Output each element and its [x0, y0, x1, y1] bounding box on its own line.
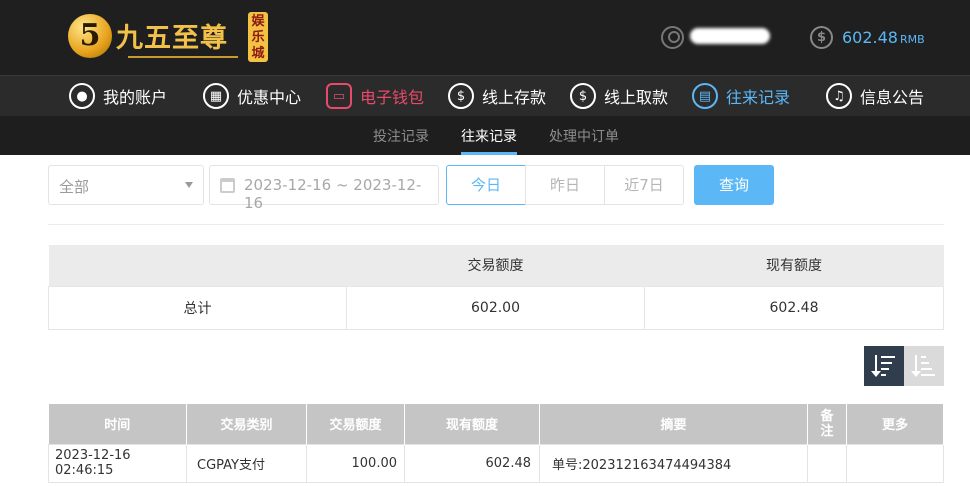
summary-header-row: 交易额度 现有额度	[48, 245, 944, 286]
site-logo[interactable]: 5 九五至尊 娱乐城	[68, 12, 273, 66]
summary-header-cell: 现有额度	[644, 245, 944, 286]
gift-icon: ▦	[203, 83, 229, 109]
col-time[interactable]: 时间	[48, 404, 187, 444]
col-summary[interactable]: 摘要	[539, 404, 808, 444]
summary-balance: 602.48	[644, 285, 944, 330]
balance-value: 602.48	[842, 28, 898, 47]
active-tab-indicator	[461, 152, 517, 155]
cell-summary: 单号:202312163474494384	[539, 443, 808, 483]
top-header: 5 九五至尊 娱乐城 $ 602.48 RMB	[0, 0, 970, 75]
user-icon[interactable]	[661, 26, 684, 49]
calendar-icon	[220, 178, 235, 193]
summary-table: 交易额度 现有额度 总计 602.00 602.48	[48, 245, 944, 330]
col-more[interactable]: 更多	[846, 404, 944, 444]
coin-icon: $	[810, 26, 833, 49]
type-select[interactable]: 全部	[48, 165, 204, 205]
summary-row: 总计 602.00 602.48	[48, 285, 944, 330]
nav-transaction-records[interactable]: ▤ 往来记录	[692, 81, 790, 111]
table-header-row: 时间 交易类别 交易额度 现有额度 摘要 备注 更多	[48, 404, 944, 444]
chevron-down-icon	[185, 182, 193, 188]
sort-desc-icon	[871, 355, 881, 377]
withdraw-icon: $	[570, 83, 596, 109]
summary-header-cell	[48, 245, 347, 286]
divider	[48, 224, 944, 225]
today-button[interactable]: 今日	[446, 165, 526, 205]
summary-label: 总计	[48, 285, 347, 330]
logo-text: 九五至尊	[116, 23, 228, 54]
cell-note	[807, 443, 847, 483]
col-amount[interactable]: 交易额度	[306, 404, 405, 444]
nav-withdraw[interactable]: $ 线上取款	[570, 81, 668, 111]
wallet-icon: ▭	[326, 83, 352, 109]
col-note[interactable]: 备注	[807, 404, 847, 444]
yesterday-button[interactable]: 昨日	[525, 165, 605, 205]
logo-mark: 5	[68, 14, 112, 58]
summary-amount: 602.00	[346, 285, 645, 330]
nav-promotions[interactable]: ▦ 优惠中心	[203, 81, 301, 111]
main-nav: ● 我的账户 ▦ 优惠中心 ▭ 电子钱包 $ 线上存款 $ 线上取款 ▤ 往来记…	[0, 75, 970, 116]
query-button[interactable]: 查询	[694, 165, 774, 205]
cell-type: CGPAY支付	[186, 443, 307, 483]
nav-announcements[interactable]: ♫ 信息公告	[826, 81, 924, 111]
sort-descending-button[interactable]	[864, 346, 904, 386]
nav-deposit[interactable]: $ 线上存款	[448, 81, 546, 111]
sub-nav: 投注记录 往来记录 处理中订单	[0, 116, 970, 155]
col-balance[interactable]: 现有额度	[404, 404, 540, 444]
balance-display: 602.48 RMB	[842, 28, 925, 47]
logo-underline	[128, 56, 238, 58]
cell-more[interactable]	[846, 443, 944, 483]
tab-bet-records[interactable]: 投注记录	[373, 126, 429, 146]
col-type[interactable]: 交易类别	[186, 404, 307, 444]
nav-my-account[interactable]: ● 我的账户	[69, 81, 167, 111]
balance-unit: RMB	[899, 33, 925, 46]
sort-asc-icon	[911, 355, 921, 377]
username-redacted	[690, 28, 770, 44]
summary-header-cell: 交易额度	[346, 245, 645, 286]
logo-badge: 娱乐城	[248, 12, 268, 62]
nav-e-wallet[interactable]: ▭ 电子钱包	[326, 81, 424, 111]
tab-pending-orders[interactable]: 处理中订单	[549, 126, 619, 146]
user-icon: ●	[69, 83, 95, 109]
table-row: 2023-12-16 02:46:15 CGPAY支付 100.00 602.4…	[48, 443, 944, 483]
transactions-table: 时间 交易类别 交易额度 现有额度 摘要 备注 更多 2023-12-16 02…	[48, 404, 944, 483]
deposit-icon: $	[448, 83, 474, 109]
date-range-input[interactable]: 2023-12-16 ~ 2023-12-16	[209, 165, 439, 212]
bell-icon: ♫	[826, 83, 852, 109]
cell-time: 2023-12-16 02:46:15	[48, 443, 187, 483]
cell-amount: 100.00	[306, 443, 405, 483]
cell-balance: 602.48	[404, 443, 540, 483]
tab-transaction-records[interactable]: 往来记录	[461, 126, 517, 146]
sort-ascending-button[interactable]	[904, 346, 944, 386]
record-icon: ▤	[692, 83, 718, 109]
last-7-days-button[interactable]: 近7日	[604, 165, 684, 205]
